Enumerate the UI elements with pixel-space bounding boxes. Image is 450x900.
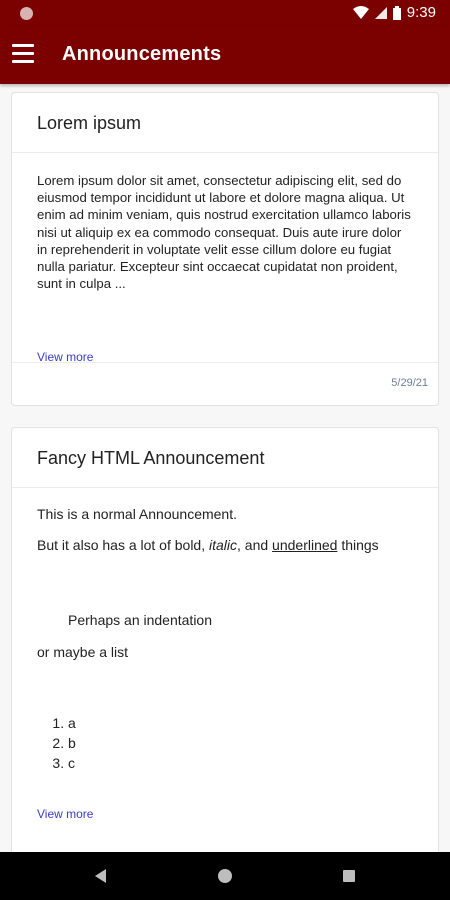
status-bar: 9:39 xyxy=(0,0,450,27)
announcement-paragraph: But it also has a lot of bold, italic, a… xyxy=(37,537,379,554)
announcement-card: Fancy HTML Announcement This is a normal… xyxy=(11,427,439,852)
announcement-list-items: a b c xyxy=(37,713,413,773)
announcement-footer: 5/29/21 xyxy=(12,362,438,404)
announcement-paragraph: This is a normal Announcement. xyxy=(37,506,237,522)
announcement-list[interactable]: Lorem ipsum Lorem ipsum dolor sit amet, … xyxy=(0,84,450,852)
list-item: a xyxy=(68,713,413,733)
announcement-text: Lorem ipsum dolor sit amet, consectetur … xyxy=(37,173,411,292)
list-item: c xyxy=(68,753,413,773)
signal-icon xyxy=(374,6,387,19)
announcement-body: Lorem ipsum dolor sit amet, consectetur … xyxy=(12,153,438,364)
notification-dot-icon xyxy=(20,7,33,20)
list-item: b xyxy=(68,733,413,753)
status-time: 9:39 xyxy=(406,4,436,21)
page-title: Announcements xyxy=(62,43,222,65)
battery-icon xyxy=(392,5,401,20)
view-more-link[interactable]: View more xyxy=(37,806,93,823)
status-icons: 9:39 xyxy=(352,4,436,21)
recents-icon[interactable] xyxy=(343,870,355,882)
announcement-paragraph: or maybe a list xyxy=(37,643,129,660)
back-icon[interactable] xyxy=(95,869,106,883)
announcement-indent: Perhaps an indentation xyxy=(68,612,212,629)
announcement-title: Lorem ipsum xyxy=(12,93,438,153)
home-icon[interactable] xyxy=(218,869,232,883)
navigation-bar xyxy=(0,852,450,900)
announcement-date: 5/29/21 xyxy=(391,377,428,389)
app-bar: Announcements xyxy=(0,27,450,84)
announcement-card: Lorem ipsum Lorem ipsum dolor sit amet, … xyxy=(11,92,439,406)
wifi-icon xyxy=(352,5,369,19)
announcement-body: This is a normal Announcement. But it al… xyxy=(12,488,438,823)
menu-icon[interactable] xyxy=(12,44,34,64)
announcement-title: Fancy HTML Announcement xyxy=(12,428,438,488)
